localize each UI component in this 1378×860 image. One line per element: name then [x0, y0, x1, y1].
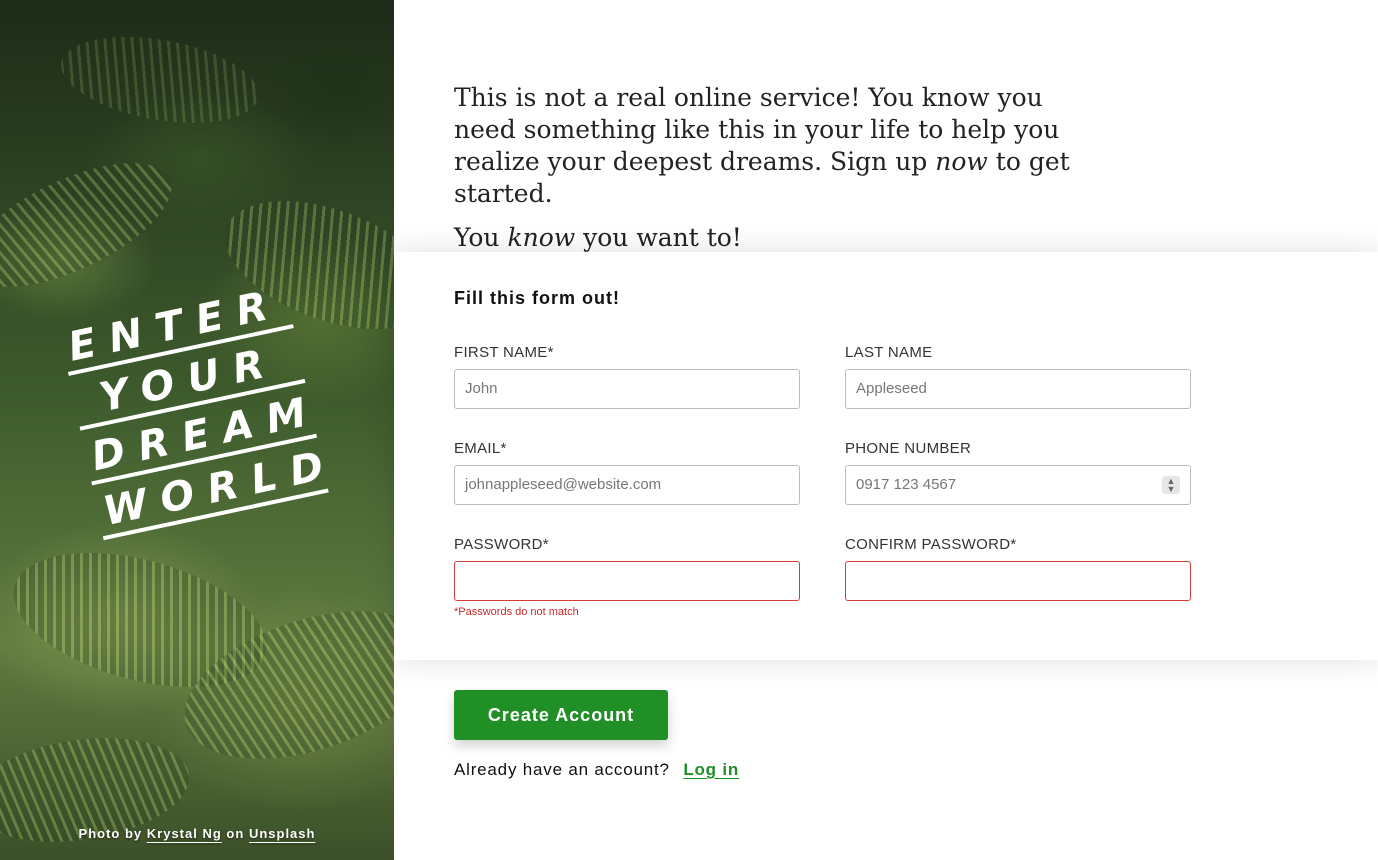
first-name-group: FIRST NAME* John [454, 344, 800, 409]
first-name-input[interactable]: John [454, 369, 800, 409]
first-name-label: FIRST NAME* [454, 344, 554, 361]
phone-input[interactable]: 0917 123 4567 ▲ ▼ [845, 465, 1191, 505]
email-label: EMAIL* [454, 440, 507, 457]
password-input[interactable] [454, 561, 800, 601]
intro-emphasis: now [935, 147, 988, 176]
password-label: PASSWORD* [454, 536, 549, 553]
intro-emphasis: know [507, 223, 576, 252]
signup-form: Fill this form out! FIRST NAME* John LAS… [394, 252, 1378, 660]
phone-group: PHONE NUMBER 0917 123 4567 ▲ ▼ [845, 440, 1191, 505]
intro-paragraph: You know you want to! [454, 222, 1094, 254]
hero-panel: ENTER YOUR DREAM WORLD Photo by Krystal … [0, 0, 394, 860]
credit-source-link[interactable]: Unsplash [249, 826, 316, 841]
login-prompt-text: Already have an account? [454, 760, 670, 779]
phone-label: PHONE NUMBER [845, 440, 972, 457]
form-title: Fill this form out! [454, 288, 620, 308]
phone-placeholder: 0917 123 4567 [856, 476, 957, 493]
credit-prefix: Photo by [78, 826, 143, 841]
create-account-button[interactable]: Create Account [454, 690, 668, 740]
email-group: EMAIL* johnappleseed@website.com [454, 440, 800, 505]
confirm-password-label: CONFIRM PASSWORD* [845, 536, 1017, 553]
number-stepper-icon[interactable]: ▲ ▼ [1162, 476, 1180, 494]
foliage-decoration [0, 137, 189, 313]
password-error-message: *Passwords do not match [454, 606, 579, 618]
last-name-group: LAST NAME Appleseed [845, 344, 1191, 409]
intro-text-part: You [454, 223, 500, 252]
password-group: PASSWORD* *Passwords do not match [454, 536, 800, 618]
foliage-decoration [54, 23, 266, 137]
login-link[interactable]: Log in [683, 760, 739, 779]
credit-author-link[interactable]: Krystal Ng [147, 826, 222, 841]
intro-paragraph: This is not a real online service! You k… [454, 82, 1094, 210]
intro-text: This is not a real online service! You k… [454, 82, 1094, 254]
last-name-label: LAST NAME [845, 344, 933, 361]
email-input[interactable]: johnappleseed@website.com [454, 465, 800, 505]
photo-credit: Photo by Krystal Ng on Unsplash [0, 826, 394, 841]
intro-text-part: you want to! [583, 223, 742, 252]
credit-middle: on [226, 826, 245, 841]
confirm-password-input[interactable] [845, 561, 1191, 601]
last-name-input[interactable]: Appleseed [845, 369, 1191, 409]
confirm-password-group: CONFIRM PASSWORD* [845, 536, 1191, 601]
login-prompt: Already have an account? Log in [454, 760, 739, 780]
